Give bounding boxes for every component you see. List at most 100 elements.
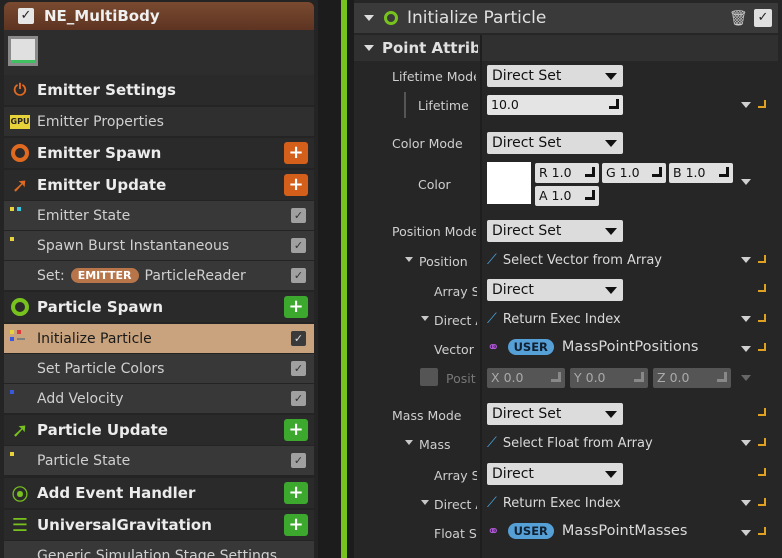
mass-array-dropdown[interactable]: Direct [487,463,623,485]
module-color-dot [10,330,14,334]
module-emitter-properties[interactable]: GPU Emitter Properties [4,107,314,136]
chevron-down-icon[interactable] [741,530,751,536]
resize-handle-icon [551,372,561,382]
reset-icon[interactable] [758,468,766,476]
chevron-down-icon[interactable] [741,346,751,352]
offset-y-input[interactable]: Y 0.0 [570,368,648,388]
reset-icon[interactable] [758,343,766,351]
module-enable-checkbox[interactable]: ✓ [291,268,306,283]
section-add-event-handler[interactable]: ⦿ Add Event Handler + [4,478,314,508]
category-header[interactable]: Point Attributes [360,35,478,61]
chevron-down-icon[interactable] [741,257,751,263]
collapse-arrow-icon[interactable] [364,45,374,51]
collapse-arrow-icon[interactable] [405,440,413,445]
module-enable-checkbox[interactable]: ✓ [291,361,306,376]
section-emitter-spawn[interactable]: Emitter Spawn + [4,138,314,168]
module-enable-checkbox[interactable]: ✓ [291,453,306,468]
trash-icon[interactable]: 🗑 [729,9,748,27]
color-swatch[interactable] [487,162,531,204]
column-separator [480,35,482,558]
add-module-button[interactable]: + [284,482,308,504]
chevron-down-icon [605,471,617,478]
chevron-down-icon[interactable] [741,102,751,108]
add-module-button[interactable]: + [284,142,308,164]
position-offset-checkbox[interactable] [420,368,438,386]
module-emitter-state[interactable]: Emitter State ✓ [4,201,314,230]
collapse-arrow-icon[interactable] [364,15,374,21]
lifetime-input[interactable]: 10.0 [487,95,623,115]
vector-binding[interactable]: ⚭ USER MassPointPositions [487,338,698,356]
module-set-particle-reader[interactable]: Set: EMITTER ParticleReader ✓ [4,261,314,290]
module-color-dot [17,338,25,340]
offset-x-input[interactable]: X 0.0 [487,368,565,388]
reset-icon[interactable] [758,100,766,108]
emitter-enable-checkbox[interactable]: ✓ [18,8,34,24]
module-enable-checkbox[interactable]: ✓ [291,238,306,253]
position-mode-dropdown[interactable]: Direct Set [487,220,623,242]
position-array-dropdown[interactable]: Direct [487,279,623,301]
reset-icon[interactable] [758,498,766,506]
chevron-down-icon[interactable] [741,179,751,185]
chevron-down-icon[interactable] [741,500,751,506]
module-initialize-particle[interactable]: Initialize Particle ✓ [4,324,314,353]
add-module-button[interactable]: + [284,174,308,196]
reset-icon[interactable] [758,438,766,446]
dropdown-value: Direct Set [492,68,562,84]
reset-icon[interactable] [758,408,766,416]
add-module-button[interactable]: + [284,419,308,441]
channel-label: A [539,188,548,203]
chevron-down-icon[interactable] [741,316,751,322]
module-enable-checkbox[interactable]: ✓ [291,208,306,223]
offset-z-input[interactable]: Z 0.0 [653,368,731,388]
lifetime-mode-dropdown[interactable]: Direct Set [487,65,623,87]
section-emitter-settings[interactable]: ⏻ Emitter Settings [4,75,314,105]
color-mode-dropdown[interactable]: Direct Set [487,132,623,154]
position-index-function[interactable]: ⟋ Return Exec Index [487,311,621,327]
color-a-input[interactable]: A 1.0 [535,186,599,206]
chevron-down-icon[interactable] [741,375,751,381]
module-header[interactable]: Initialize Particle 🗑 ✓ [354,3,778,33]
add-module-button[interactable]: + [284,296,308,318]
module-color-dot [10,207,14,211]
reset-icon[interactable] [758,284,766,292]
emitter-body [4,30,314,80]
module-enable-checkbox[interactable]: ✓ [754,9,772,27]
panel-splitter[interactable] [318,0,354,558]
input-value: 0.0 [503,370,524,385]
module-simulation-stage-settings[interactable]: Generic Simulation Stage Settings [4,541,314,558]
mass-mode-dropdown[interactable]: Direct Set [487,403,623,425]
module-set-particle-colors[interactable]: Set Particle Colors ✓ [4,354,314,383]
section-emitter-update[interactable]: ➚ Emitter Update + [4,170,314,200]
section-label: Particle Spawn [37,298,164,316]
mass-index-function[interactable]: ⟋ Return Exec Index [487,495,621,511]
section-particle-update[interactable]: ➚ Particle Update + [4,415,314,445]
resize-handle-icon [652,167,662,177]
reset-icon[interactable] [758,314,766,322]
section-particle-spawn[interactable]: Particle Spawn + [4,292,314,322]
collapse-arrow-icon[interactable] [405,257,413,262]
channel-label: Z [657,370,666,385]
module-enable-checkbox[interactable]: ✓ [291,391,306,406]
collapse-arrow-icon[interactable] [421,500,429,505]
ring-icon [384,11,398,25]
section-universal-gravitation[interactable]: ☰ UniversalGravitation + [4,510,314,540]
collapse-arrow-icon[interactable] [421,316,429,321]
module-add-velocity[interactable]: Add Velocity ✓ [4,384,314,413]
module-spawn-burst[interactable]: Spawn Burst Instantaneous ✓ [4,231,314,260]
position-function[interactable]: ⟋ Select Vector from Array [487,252,662,268]
chevron-down-icon[interactable] [741,440,751,446]
section-label: Particle Update [37,421,168,439]
color-r-input[interactable]: R 1.0 [535,163,599,183]
color-g-input[interactable]: G 1.0 [602,163,666,183]
color-b-input[interactable]: B 1.0 [669,163,733,183]
float-binding[interactable]: ⚭ USER MassPointMasses [487,522,687,540]
param-label: Array Selector [434,468,477,483]
reset-icon[interactable] [758,255,766,263]
reset-icon[interactable] [758,527,766,535]
function-icon: ⟋ [487,252,497,268]
module-particle-state[interactable]: Particle State ✓ [4,446,314,475]
module-enable-checkbox[interactable]: ✓ [291,331,306,346]
mass-function[interactable]: ⟋ Select Float from Array [487,435,653,451]
emitter-header[interactable]: ✓ NE_MultiBody [4,2,314,30]
add-module-button[interactable]: + [284,514,308,536]
